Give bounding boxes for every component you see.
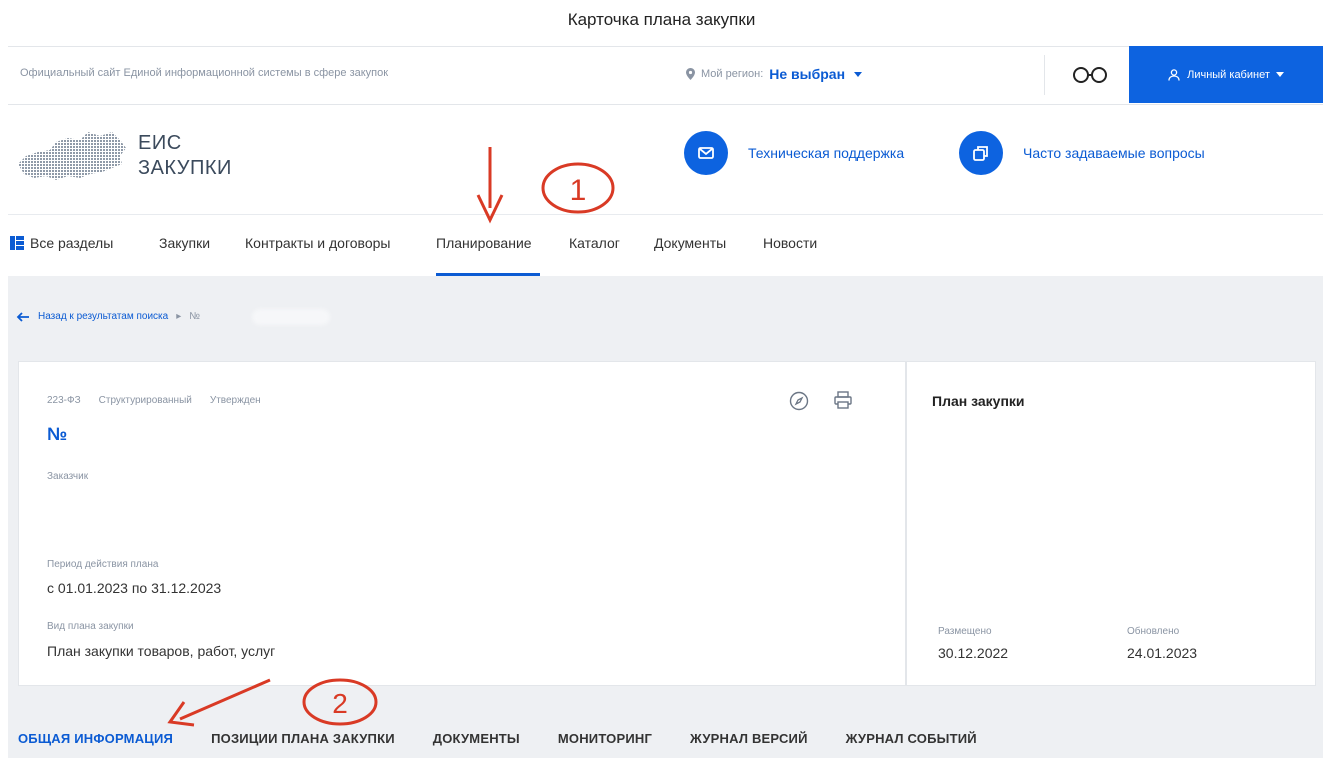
- side-title: План закупки: [932, 393, 1025, 409]
- period-label: Период действия плана: [47, 559, 159, 570]
- updated-date: 24.01.2023: [1127, 645, 1198, 661]
- nav-item-documents[interactable]: Документы: [654, 235, 726, 251]
- region-selector[interactable]: Мой регион: Не выбран: [686, 66, 863, 82]
- tab-monitoring[interactable]: МОНИТОРИНГ: [558, 731, 652, 746]
- copy-icon: [959, 131, 1003, 175]
- annotation-circle-1: [541, 162, 615, 214]
- annotation-arrow-1: [476, 147, 504, 224]
- chevron-down-icon: [854, 71, 863, 77]
- tab-plan-positions[interactable]: ПОЗИЦИИ ПЛАНА ЗАКУПКИ: [211, 731, 395, 746]
- breadcrumb[interactable]: Назад к результатам поиска ▸ №: [16, 311, 200, 322]
- status-tag: Утвержден: [209, 395, 261, 406]
- eis-logo[interactable]: ЕИС ЗАКУПКИ: [16, 126, 266, 186]
- nav-item-news[interactable]: Новости: [763, 235, 817, 251]
- logo-text-top: ЕИС: [138, 132, 182, 154]
- tab-documents[interactable]: ДОКУМЕНТЫ: [433, 731, 520, 746]
- tab-general-info[interactable]: ОБЩАЯ ИНФОРМАЦИЯ: [18, 731, 173, 746]
- card-tabs: ОБЩАЯ ИНФОРМАЦИЯ ПОЗИЦИИ ПЛАНА ЗАКУПКИ Д…: [18, 731, 977, 746]
- back-to-results-link[interactable]: Назад к результатам поиска: [38, 311, 168, 322]
- chevron-down-icon: [1275, 72, 1284, 77]
- mail-icon: [684, 131, 728, 175]
- russia-map-icon: [18, 132, 126, 180]
- posted-date: 30.12.2022: [938, 645, 1009, 661]
- page-caption: Карточка плана закупки: [567, 10, 756, 29]
- nav-item-purchases[interactable]: Закупки: [159, 235, 210, 251]
- tech-support-link[interactable]: Техническая поддержка: [684, 131, 904, 175]
- logo-text-bottom: ЗАКУПКИ: [138, 157, 232, 179]
- law-tag: 223-ФЗ: [47, 395, 81, 406]
- glasses-icon[interactable]: [1068, 65, 1112, 85]
- plan-type-label: Вид плана закупки: [47, 621, 134, 632]
- breadcrumb-number: №: [189, 311, 200, 322]
- plan-side-card: План закупки Размещено 30.12.2022 Обновл…: [906, 361, 1316, 686]
- nav-item-label: Все разделы: [30, 235, 114, 251]
- site-description: Официальный сайт Единой информационной с…: [20, 67, 389, 79]
- top-bar: Официальный сайт Единой информационной с…: [8, 46, 1323, 105]
- compass-icon[interactable]: [789, 391, 809, 411]
- cabinet-label: Личный кабинет: [1187, 68, 1270, 81]
- customer-label: Заказчик: [47, 471, 89, 482]
- sections-icon: [10, 236, 24, 250]
- tab-event-log[interactable]: ЖУРНАЛ СОБЫТИЙ: [846, 731, 977, 746]
- chevron-right-icon: ▸: [176, 311, 182, 322]
- tab-version-log[interactable]: ЖУРНАЛ ВЕРСИЙ: [690, 731, 808, 746]
- nav-item-contracts[interactable]: Контракты и договоры: [245, 235, 390, 251]
- user-icon: [1168, 68, 1180, 81]
- region-label: Мой регион:: [701, 68, 764, 80]
- posted-label: Размещено: [938, 626, 992, 637]
- plan-number[interactable]: №: [47, 424, 67, 445]
- nav-item-planning[interactable]: Планирование: [436, 235, 532, 251]
- nav-item-all-sections[interactable]: Все разделы: [10, 235, 113, 251]
- faq-label: Часто задаваемые вопросы: [1023, 145, 1205, 161]
- tech-support-label: Техническая поддержка: [748, 145, 905, 161]
- arrow-left-icon: [16, 311, 29, 322]
- plan-card: 223-ФЗ Структурированный Утвержден № Зак…: [18, 361, 906, 686]
- structure-tag: Структурированный: [98, 395, 192, 406]
- main-nav: Все разделы Закупки Контракты и договоры…: [8, 214, 1323, 277]
- updated-label: Обновлено: [1127, 626, 1180, 637]
- print-icon[interactable]: [833, 390, 853, 410]
- nav-item-catalog[interactable]: Каталог: [569, 235, 620, 251]
- redacted-number: [252, 309, 330, 325]
- location-pin-icon: [686, 68, 695, 80]
- faq-link[interactable]: Часто задаваемые вопросы: [959, 131, 1205, 175]
- divider: [1044, 55, 1045, 95]
- region-value: Не выбран: [769, 66, 846, 82]
- personal-cabinet-button[interactable]: Личный кабинет: [1129, 46, 1323, 103]
- period-value: с 01.01.2023 по 31.12.2023: [47, 580, 222, 596]
- plan-type-value: План закупки товаров, работ, услуг: [47, 643, 276, 659]
- annotation-marker-1: 1: [570, 174, 587, 207]
